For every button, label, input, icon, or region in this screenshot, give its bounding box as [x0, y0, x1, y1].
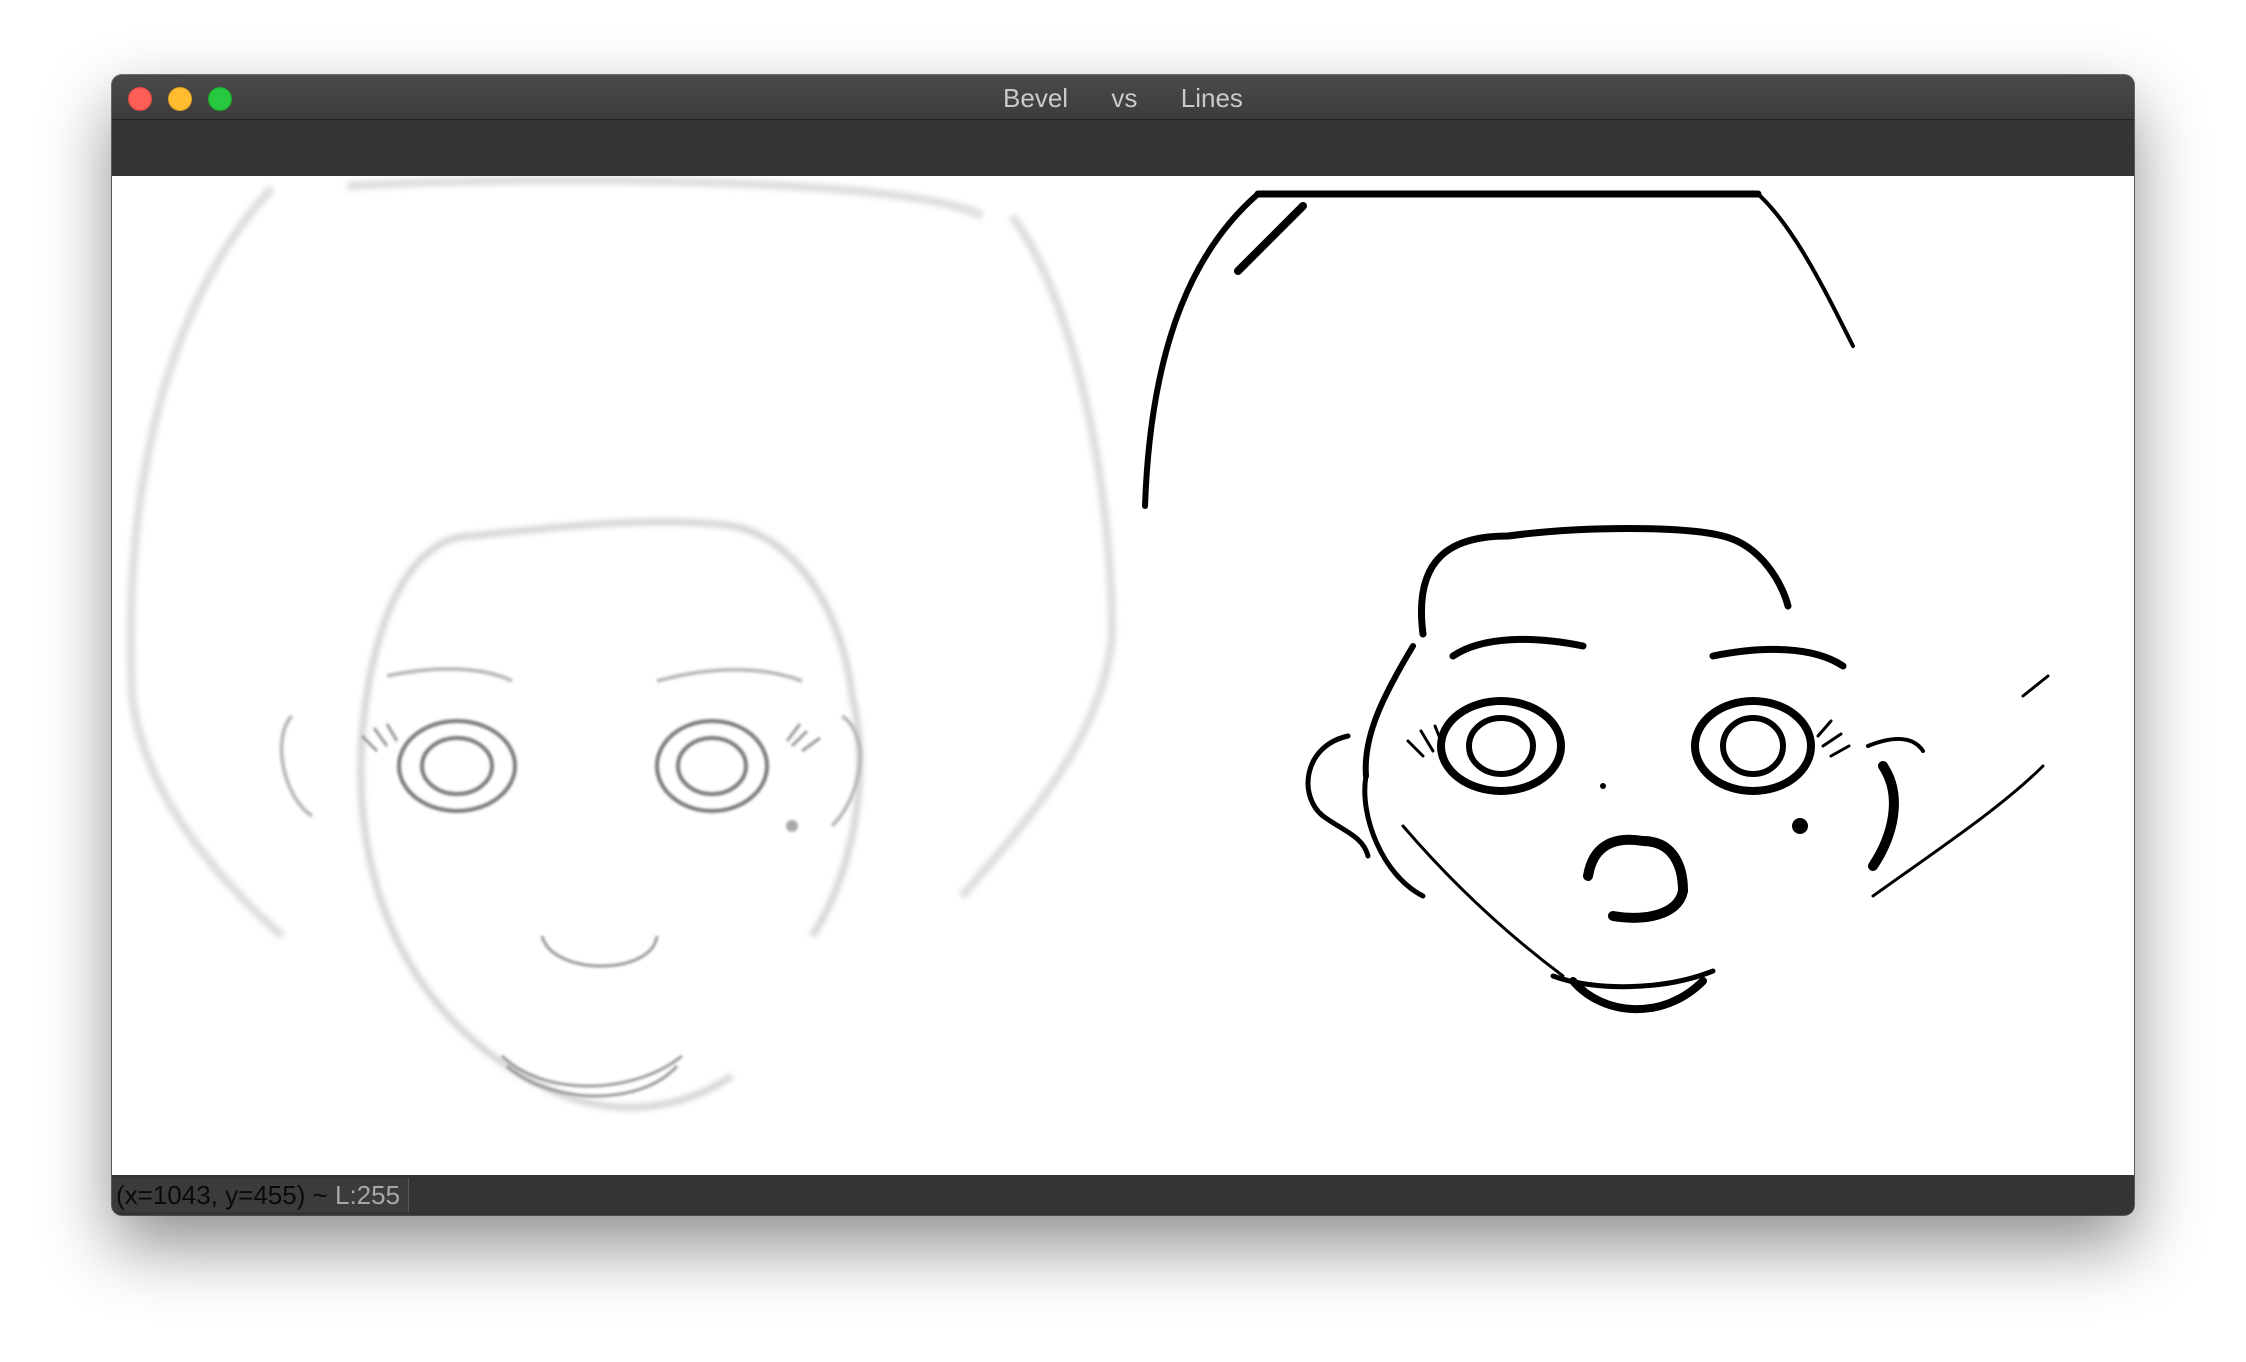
window-title: Bevel vs Lines: [1003, 83, 1243, 113]
bevel-image: [126, 176, 1117, 1111]
pixel-level: L:255: [334, 1180, 401, 1210]
app-window: Bevel vs Lines (x=1043, y=455) ~ L:255: [112, 75, 2134, 1215]
title-bar[interactable]: Bevel vs Lines: [112, 75, 2134, 120]
lines-image: [1142, 190, 2050, 1014]
status-bar: (x=1043, y=455) ~ L:255: [112, 1175, 2134, 1215]
pixel-readout: (x=1043, y=455) ~ L:255: [112, 1178, 410, 1212]
image-canvas[interactable]: [112, 176, 2134, 1175]
cursor-coordinates: (x=1043, y=455) ~: [116, 1180, 335, 1210]
toolbar: [112, 120, 2134, 176]
